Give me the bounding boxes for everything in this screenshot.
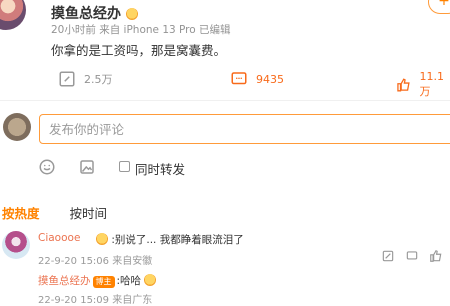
follow-button[interactable]: + xyxy=(428,0,450,14)
emoji-icon xyxy=(144,274,157,286)
tab-hot[interactable]: 按热度 xyxy=(2,206,40,221)
post-meta: 20小时前 来自 iPhone 13 Pro 已编辑 xyxy=(51,24,231,36)
tab-time[interactable]: 按时间 xyxy=(69,206,107,221)
comment-input[interactable]: 发布你的评论 xyxy=(39,114,450,144)
repost-checkbox[interactable] xyxy=(119,161,130,172)
user-avatar[interactable] xyxy=(3,113,31,141)
comment-text: :别说了... 我都睁着眼流泪了 xyxy=(96,232,244,247)
comment-time: 22-9-20 15:06 来自安徽 xyxy=(38,256,153,267)
like-icon[interactable] xyxy=(429,249,443,263)
comment-action[interactable]: 9435 xyxy=(230,70,284,88)
sort-tabs: 按热度 按时间 xyxy=(2,203,107,222)
author-badge: 博主 xyxy=(92,276,115,288)
image-icon[interactable] xyxy=(78,158,96,176)
post-author[interactable]: 摸鱼总经办 xyxy=(51,3,138,23)
emoji-icon xyxy=(125,8,138,20)
repost-icon xyxy=(59,71,75,87)
divider xyxy=(0,100,450,101)
emoji-icon[interactable] xyxy=(38,158,56,176)
like-action[interactable]: 11.1万 xyxy=(396,70,450,99)
reply-line: 摸鱼总经办 博主:哈哈 xyxy=(38,273,157,288)
comment-icon xyxy=(231,72,247,85)
reply-text: :哈哈 xyxy=(116,275,142,287)
repost-label: 同时转发 xyxy=(135,162,186,177)
post-avatar[interactable] xyxy=(0,0,26,30)
comment-author[interactable]: Ciaoooe xyxy=(38,232,80,244)
repost-action[interactable]: 2.5万 xyxy=(58,70,113,88)
reply-time: 22-9-20 15:09 来自广东 xyxy=(38,295,153,306)
like-icon xyxy=(397,77,410,91)
post-content: 你拿的是工资吗，那是窝囊费。 xyxy=(51,43,227,58)
emoji-icon xyxy=(96,233,108,245)
reply-icon[interactable] xyxy=(405,249,419,263)
reply-author[interactable]: 摸鱼总经办 xyxy=(38,275,91,287)
comment-avatar[interactable] xyxy=(2,231,30,259)
share-icon[interactable] xyxy=(381,249,395,263)
